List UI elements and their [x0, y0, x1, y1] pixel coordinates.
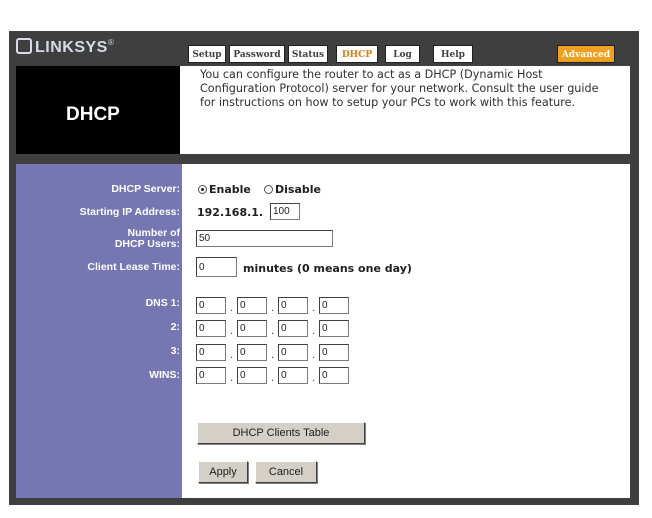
- page-description: You can configure the router to act as a…: [200, 68, 599, 109]
- ip-dot: .: [312, 350, 316, 361]
- apply-button[interactable]: Apply: [198, 461, 248, 483]
- starting-ip-label: Starting IP Address:: [79, 206, 180, 218]
- dhcp-server-label: DHCP Server:: [111, 183, 180, 195]
- dns2-octet-1[interactable]: [196, 320, 226, 337]
- dns1-octet-3[interactable]: [278, 297, 308, 314]
- dns1-octet-4[interactable]: [319, 297, 349, 314]
- lease-time-suffix: minutes (0 means one day): [243, 262, 412, 275]
- tab-help[interactable]: Help: [433, 45, 473, 63]
- wins-octet-4[interactable]: [319, 367, 349, 384]
- dns3-octet-2[interactable]: [237, 344, 267, 361]
- tab-password[interactable]: Password: [229, 45, 285, 63]
- ip-dot: .: [271, 350, 275, 361]
- dns2-octet-2[interactable]: [237, 320, 267, 337]
- linksys-logo: LINKSYS®: [16, 38, 176, 60]
- ip-dot: .: [230, 326, 234, 337]
- dhcp-disable-radio[interactable]: [264, 185, 273, 194]
- wins-label: WINS:: [149, 369, 180, 381]
- lease-time-input[interactable]: [196, 257, 237, 277]
- dns1-label: DNS 1:: [145, 297, 180, 309]
- dns3-octet-4[interactable]: [319, 344, 349, 361]
- dns1-octet-1[interactable]: [196, 297, 226, 314]
- dns2-label: 2:: [170, 321, 180, 333]
- linksys-logo-icon: [16, 38, 32, 54]
- dns3-octet-1[interactable]: [196, 344, 226, 361]
- dhcp-enable-radio[interactable]: [198, 185, 207, 194]
- ip-dot: .: [271, 373, 275, 384]
- ip-dot: .: [230, 303, 234, 314]
- page-title: DHCP: [66, 104, 120, 125]
- tab-log[interactable]: Log: [385, 45, 420, 63]
- brand-name: LINKSYS: [35, 39, 108, 56]
- brand-registered-mark: ®: [107, 38, 115, 47]
- dhcp-enable-label[interactable]: Enable: [209, 183, 251, 196]
- dhcp-disable-label[interactable]: Disable: [275, 183, 321, 196]
- starting-ip-octet-input[interactable]: [270, 203, 300, 220]
- wins-octet-3[interactable]: [278, 367, 308, 384]
- ip-dot: .: [230, 350, 234, 361]
- dns2-octet-4[interactable]: [319, 320, 349, 337]
- ip-dot: .: [312, 303, 316, 314]
- tab-status[interactable]: Status: [288, 45, 328, 63]
- wins-octet-2[interactable]: [237, 367, 267, 384]
- tab-dhcp[interactable]: DHCP: [336, 45, 378, 63]
- dns2-octet-3[interactable]: [278, 320, 308, 337]
- num-users-label-line2: DHCP Users:: [114, 238, 180, 250]
- ip-dot: .: [230, 373, 234, 384]
- tab-setup[interactable]: Setup: [188, 45, 226, 63]
- num-users-input[interactable]: [196, 230, 333, 247]
- dns1-octet-2[interactable]: [237, 297, 267, 314]
- section-divider: [16, 154, 630, 164]
- ip-dot: .: [271, 303, 275, 314]
- dhcp-clients-table-button[interactable]: DHCP Clients Table: [197, 422, 365, 444]
- tab-advanced[interactable]: Advanced: [557, 45, 615, 63]
- ip-dot: .: [312, 326, 316, 337]
- wins-octet-1[interactable]: [196, 367, 226, 384]
- lease-time-label: Client Lease Time:: [87, 261, 180, 273]
- dns3-label: 3:: [170, 345, 180, 357]
- ip-dot: .: [271, 326, 275, 337]
- cancel-button[interactable]: Cancel: [255, 461, 317, 483]
- starting-ip-prefix: 192.168.1.: [197, 206, 264, 219]
- dns3-octet-3[interactable]: [278, 344, 308, 361]
- ip-dot: .: [312, 373, 316, 384]
